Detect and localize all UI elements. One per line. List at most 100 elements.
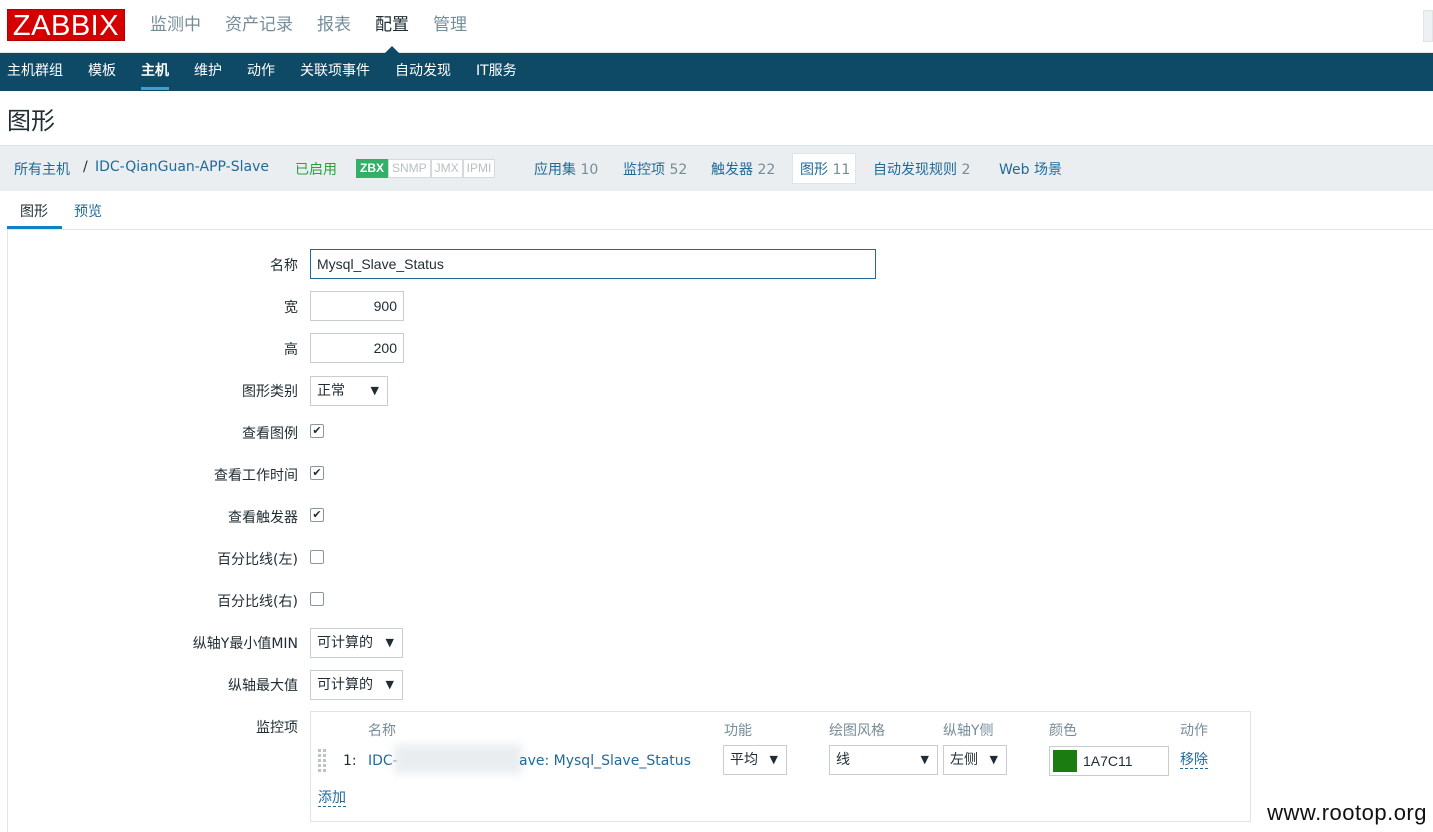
- triggers-count: 22: [757, 162, 776, 178]
- page-title: 图形: [7, 107, 55, 135]
- header-right-edge: [1423, 10, 1433, 42]
- discovery-label: 自动发现规则: [873, 162, 957, 178]
- percentile-left-label: 百分比线(左): [217, 552, 298, 568]
- graphs-label: 图形: [800, 162, 828, 178]
- percentile-right-checkbox[interactable]: [310, 592, 324, 606]
- breadcrumb-triggers[interactable]: 触发器 22: [711, 159, 775, 179]
- applications-count: 10: [580, 162, 599, 178]
- breadcrumb: 所有主机 / IDC-QianGuan-APP-Slave 已启用 ZBX SN…: [0, 145, 1433, 191]
- height-input[interactable]: [310, 333, 404, 363]
- form-tabs: 图形 预览: [7, 191, 1433, 230]
- main-nav-administration[interactable]: 管理: [433, 0, 467, 53]
- breadcrumb-applications[interactable]: 应用集 10: [534, 159, 598, 179]
- badge-ipmi: IPMI: [462, 159, 496, 178]
- main-nav-reports[interactable]: 报表: [317, 0, 351, 53]
- badge-zbx: ZBX: [356, 159, 388, 178]
- percentile-right-label: 百分比线(右): [217, 594, 298, 610]
- discovery-count: 2: [961, 162, 971, 178]
- breadcrumb-graphs[interactable]: 图形 11: [800, 159, 850, 179]
- breadcrumb-separator: /: [83, 159, 88, 175]
- show-triggers-checkbox[interactable]: ✔: [310, 508, 324, 522]
- function-select[interactable]: 平均 ▼: [723, 745, 787, 775]
- chevron-down-icon: ▼: [370, 384, 379, 397]
- ymin-select[interactable]: 可计算的 ▼: [310, 628, 403, 658]
- show-legend-label: 查看图例: [242, 426, 298, 442]
- drag-handle-icon[interactable]: [318, 749, 326, 773]
- show-triggers-label: 查看触发器: [228, 510, 298, 526]
- breadcrumb-web[interactable]: Web 场景: [999, 159, 1062, 179]
- show-legend-checkbox[interactable]: ✔: [310, 424, 324, 438]
- applications-label: 应用集: [534, 162, 576, 178]
- item-name-suffix[interactable]: ave: Mysql_Slave_Status: [519, 753, 691, 769]
- name-label: 名称: [270, 258, 298, 274]
- chevron-down-icon: ▼: [385, 636, 394, 649]
- header-action: 动作: [1180, 723, 1208, 739]
- badge-jmx: JMX: [430, 159, 463, 178]
- main-nav: 监测中 资产记录 报表 配置 管理: [150, 0, 491, 53]
- breadcrumb-items[interactable]: 监控项 52: [623, 159, 687, 179]
- chevron-down-icon: ▼: [385, 678, 394, 691]
- width-input[interactable]: [310, 291, 404, 321]
- ymin-value: 可计算的: [317, 635, 373, 651]
- graph-items-table: 名称 功能 绘图风格 纵轴Y侧 颜色 动作 1: IDC- ave: Mysql…: [310, 711, 1251, 822]
- graph-type-value: 正常: [317, 383, 345, 399]
- show-worktime-label: 查看工作时间: [214, 468, 298, 484]
- name-input[interactable]: [310, 249, 876, 279]
- triggers-label: 触发器: [711, 162, 753, 178]
- host-status[interactable]: 已启用: [295, 159, 337, 179]
- chevron-down-icon: ▼: [769, 753, 778, 766]
- y-axis-value: 左侧: [950, 752, 978, 768]
- sub-nav-hosts[interactable]: 主机: [141, 53, 169, 91]
- header-draw-style: 绘图风格: [829, 723, 885, 739]
- color-swatch[interactable]: [1053, 750, 1077, 772]
- color-picker[interactable]: 1A7C11: [1049, 746, 1169, 776]
- breadcrumb-all-hosts[interactable]: 所有主机: [14, 159, 70, 179]
- ymax-value: 可计算的: [317, 677, 373, 693]
- function-value: 平均: [730, 752, 758, 768]
- ymin-label: 纵轴Y最小值MIN: [192, 636, 298, 652]
- availability-badges: ZBX SNMP JMX IPMI: [356, 159, 496, 178]
- breadcrumb-discovery[interactable]: 自动发现规则 2: [873, 159, 970, 179]
- zabbix-logo[interactable]: ZABBIX: [7, 9, 125, 42]
- header-name: 名称: [368, 723, 396, 739]
- show-worktime-checkbox[interactable]: ✔: [310, 466, 324, 480]
- items-label: 监控项: [256, 720, 298, 736]
- sub-nav-maintenance[interactable]: 维护: [194, 53, 222, 91]
- redacted-text: [394, 744, 522, 774]
- sub-nav-correlation[interactable]: 关联项事件: [300, 53, 370, 91]
- y-axis-select[interactable]: 左侧 ▼: [943, 745, 1007, 775]
- items-count: 52: [669, 162, 688, 178]
- sub-nav-templates[interactable]: 模板: [88, 53, 116, 91]
- header-color: 颜色: [1049, 723, 1077, 739]
- header-function: 功能: [724, 723, 752, 739]
- color-value[interactable]: 1A7C11: [1083, 753, 1133, 769]
- chevron-down-icon: ▼: [989, 753, 998, 766]
- tab-graph[interactable]: 图形: [20, 201, 48, 221]
- main-nav-monitoring[interactable]: 监测中: [150, 0, 201, 53]
- watermark: www.rootop.org: [1265, 800, 1429, 826]
- percentile-left-checkbox[interactable]: [310, 550, 324, 564]
- sub-nav-host-groups[interactable]: 主机群组: [7, 53, 63, 91]
- header-y-axis: 纵轴Y侧: [943, 723, 994, 739]
- graph-type-select[interactable]: 正常 ▼: [310, 376, 388, 406]
- tab-preview[interactable]: 预览: [74, 201, 102, 221]
- items-label: 监控项: [623, 162, 665, 178]
- height-label: 高: [284, 342, 298, 358]
- tab-active-indicator: [7, 226, 62, 229]
- width-label: 宽: [284, 300, 298, 316]
- main-nav-configuration[interactable]: 配置: [375, 0, 409, 53]
- main-nav-inventory[interactable]: 资产记录: [225, 0, 293, 53]
- graph-type-label: 图形类别: [242, 384, 298, 400]
- breadcrumb-host[interactable]: IDC-QianGuan-APP-Slave: [95, 159, 269, 175]
- sub-nav-it-services[interactable]: IT服务: [476, 53, 517, 91]
- add-item-button[interactable]: 添加: [318, 791, 346, 807]
- chevron-down-icon: ▼: [920, 753, 929, 766]
- draw-style-value: 线: [836, 752, 850, 768]
- sub-nav-actions[interactable]: 动作: [247, 53, 275, 91]
- top-header: ZABBIX 监测中 资产记录 报表 配置 管理: [0, 0, 1433, 53]
- sub-nav-discovery[interactable]: 自动发现: [395, 53, 451, 91]
- item-index: 1:: [343, 753, 357, 769]
- ymax-select[interactable]: 可计算的 ▼: [310, 670, 403, 700]
- remove-item-button[interactable]: 移除: [1180, 753, 1208, 769]
- draw-style-select[interactable]: 线 ▼: [829, 745, 938, 775]
